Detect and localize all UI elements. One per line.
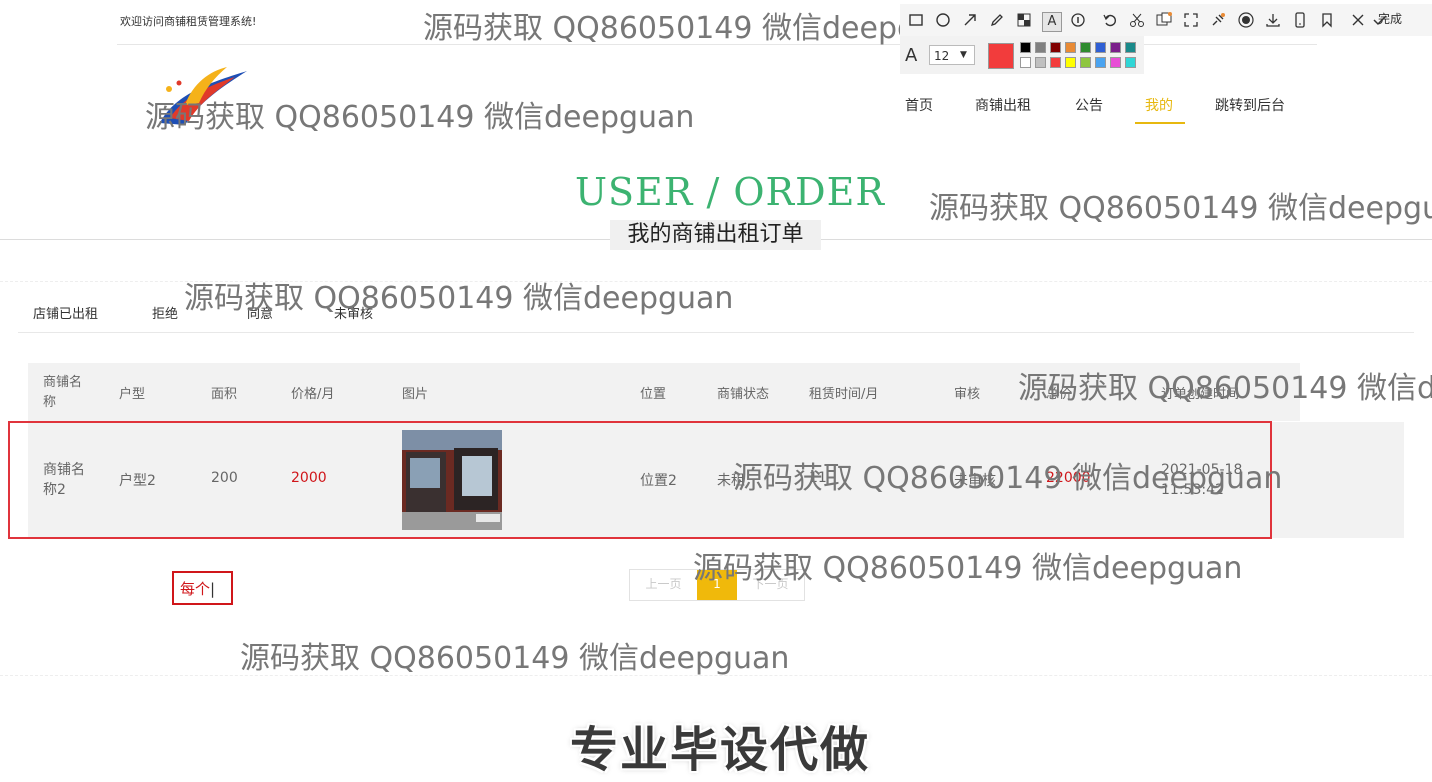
watermark: 源码获取 QQ86050149 微信deepguan <box>929 191 1432 226</box>
tab-rented[interactable]: 店铺已出租 <box>33 303 98 322</box>
watermark: 源码获取 QQ86050149 微信deepguan <box>693 551 1243 586</box>
nav-mine[interactable]: 我的 <box>1145 95 1173 115</box>
ellipse-icon[interactable] <box>934 12 952 30</box>
color-swatch[interactable] <box>1110 42 1121 53</box>
divider <box>18 332 1414 333</box>
tab-rejected[interactable]: 拒绝 <box>152 303 178 322</box>
col-header-status: 商铺状态 <box>717 387 770 402</box>
nav-admin[interactable]: 跳转到后台 <box>1215 95 1285 115</box>
nav-shop-rent[interactable]: 商铺出租 <box>975 95 1031 115</box>
prev-page-button[interactable]: 上一页 <box>630 570 697 600</box>
col-header-review: 审核 <box>954 387 981 402</box>
color-swatch[interactable] <box>1020 57 1031 68</box>
number-icon[interactable] <box>1069 12 1087 30</box>
welcome-text: 欢迎访问商铺租赁管理系统! <box>120 15 257 28</box>
rect-icon[interactable] <box>907 12 925 30</box>
color-swatch[interactable] <box>1080 42 1091 53</box>
ocr-icon[interactable] <box>1155 12 1173 30</box>
font-size-select[interactable]: 12 <box>929 45 975 65</box>
pin-icon[interactable] <box>1209 12 1227 30</box>
mosaic-icon[interactable] <box>1015 12 1033 30</box>
arrow-icon[interactable] <box>961 12 979 30</box>
close-icon[interactable] <box>1349 12 1367 30</box>
color-swatch[interactable] <box>1050 42 1061 53</box>
screenshot-toolbar: A <box>900 4 1432 36</box>
nav-notice[interactable]: 公告 <box>1075 95 1103 115</box>
color-swatch[interactable] <box>1125 57 1136 68</box>
col-header-type: 户型 <box>119 387 146 402</box>
watermark: 源码获取 QQ86050149 微信deepguan <box>1018 371 1432 406</box>
bookmark-icon[interactable] <box>1318 12 1336 30</box>
nav-home[interactable]: 首页 <box>905 95 933 115</box>
annotation-text-input[interactable]: 每个| <box>172 571 233 605</box>
color-swatch[interactable] <box>1050 57 1061 68</box>
color-swatch[interactable] <box>1095 42 1106 53</box>
promo-banner: 专业毕设代做 <box>570 722 871 778</box>
undo-icon[interactable] <box>1101 12 1119 30</box>
current-color-swatch[interactable] <box>988 43 1014 69</box>
done-button[interactable]: 完成 <box>1378 10 1402 27</box>
text-icon[interactable]: A <box>1042 12 1062 32</box>
download-icon[interactable] <box>1264 12 1282 30</box>
page-title: 我的商铺出租订单 <box>610 220 821 250</box>
col-header-lease: 租赁时间/月 <box>809 387 879 402</box>
watermark: 源码获取 QQ86050149 微信deepguan <box>145 100 695 135</box>
col-header-location: 位置 <box>640 387 667 402</box>
font-size-value: 12 <box>934 49 950 63</box>
record-icon[interactable] <box>1237 12 1255 30</box>
color-swatch[interactable] <box>1065 57 1076 68</box>
col-header-name: 商铺名称 <box>43 375 83 410</box>
watermark: 源码获取 QQ86050149 微信deepguan <box>423 11 973 46</box>
watermark: 源码获取 QQ86050149 微信deepguan <box>184 281 734 316</box>
page-title-en: USER / ORDER <box>575 170 885 214</box>
font-icon: A <box>905 45 918 66</box>
fullscreen-icon[interactable] <box>1182 12 1200 30</box>
color-swatch[interactable] <box>1035 57 1046 68</box>
col-header-area: 面积 <box>211 387 238 402</box>
color-swatch[interactable] <box>1125 42 1136 53</box>
color-swatch[interactable] <box>1035 42 1046 53</box>
nav-active-indicator <box>1135 122 1185 124</box>
watermark: 源码获取 QQ86050149 微信deepguan <box>240 641 790 676</box>
watermark: 源码获取 QQ86050149 微信deepguan <box>733 461 1283 496</box>
color-swatch[interactable] <box>1095 57 1106 68</box>
chevron-down-icon: ▼ <box>960 50 967 60</box>
pencil-icon[interactable] <box>988 12 1006 30</box>
color-swatch[interactable] <box>1080 57 1091 68</box>
annotation-text: 每个 <box>180 580 211 598</box>
color-swatch[interactable] <box>1110 57 1121 68</box>
col-header-price: 价格/月 <box>291 387 335 402</box>
phone-icon[interactable] <box>1291 12 1309 30</box>
col-header-image: 图片 <box>402 387 429 402</box>
cut-icon[interactable] <box>1128 12 1146 30</box>
color-swatch[interactable] <box>1065 42 1076 53</box>
color-swatch[interactable] <box>1020 42 1031 53</box>
